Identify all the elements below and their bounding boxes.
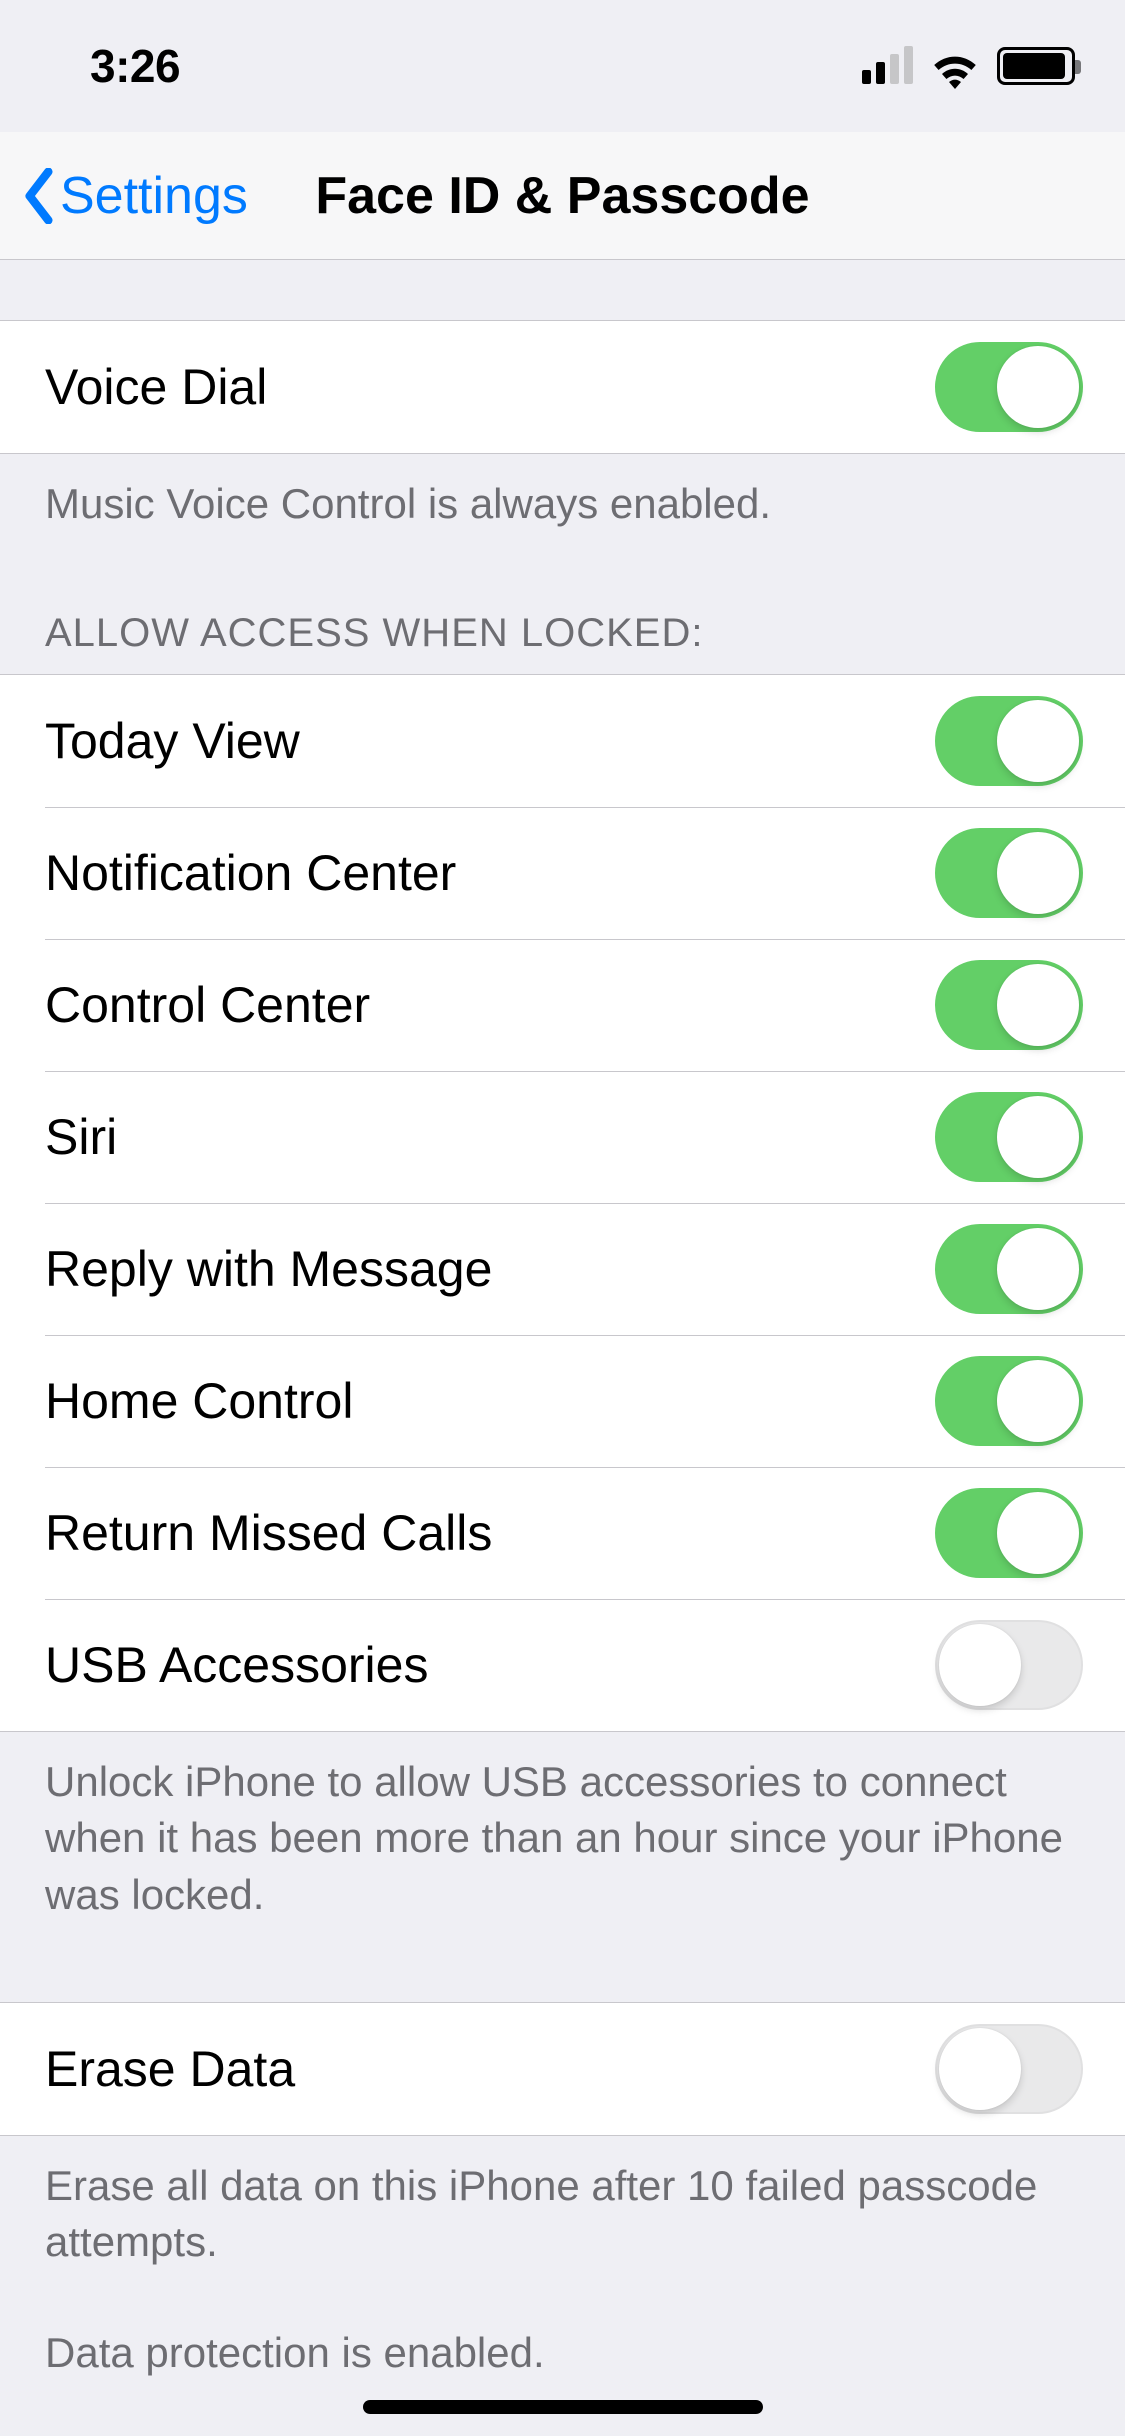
row-label: Today View <box>45 712 300 770</box>
row-usb-accessories: USB Accessories <box>0 1599 1125 1731</box>
footer-text: Data protection is enabled. <box>45 2325 1080 2382</box>
row-label: Voice Dial <box>45 358 267 416</box>
row-label: Return Missed Calls <box>45 1504 492 1562</box>
row-voice-dial: Voice Dial <box>0 321 1125 453</box>
group-header: ALLOW ACCESS WHEN LOCKED: <box>0 611 1125 674</box>
battery-icon <box>997 47 1075 85</box>
row-erase-data: Erase Data <box>0 2003 1125 2135</box>
group-allow-access: ALLOW ACCESS WHEN LOCKED: Today View Not… <box>0 533 1125 1924</box>
row-today-view: Today View <box>0 675 1125 807</box>
row-home-control: Home Control <box>0 1335 1125 1467</box>
row-label: Notification Center <box>45 844 456 902</box>
toggle-usb-accessories[interactable] <box>935 1620 1083 1710</box>
row-label: Erase Data <box>45 2040 295 2098</box>
toggle-reply-with-message[interactable] <box>935 1224 1083 1314</box>
row-label: Home Control <box>45 1372 353 1430</box>
footer-text: Erase all data on this iPhone after 10 f… <box>45 2158 1080 2271</box>
back-button[interactable]: Settings <box>22 166 248 226</box>
status-icons <box>862 47 1075 85</box>
row-siri: Siri <box>0 1071 1125 1203</box>
toggle-erase-data[interactable] <box>935 2024 1083 2114</box>
toggle-voice-dial[interactable] <box>935 342 1083 432</box>
back-label: Settings <box>60 166 248 226</box>
row-label: Control Center <box>45 976 370 1034</box>
wifi-icon <box>931 47 979 85</box>
nav-bar: Settings Face ID & Passcode <box>0 132 1125 260</box>
group-footer: Unlock iPhone to allow USB accessories t… <box>0 1732 1125 1924</box>
status-bar: 3:26 <box>0 0 1125 132</box>
row-return-missed-calls: Return Missed Calls <box>0 1467 1125 1599</box>
row-label: Reply with Message <box>45 1240 492 1298</box>
cellular-icon <box>862 48 913 84</box>
toggle-home-control[interactable] <box>935 1356 1083 1446</box>
toggle-return-missed-calls[interactable] <box>935 1488 1083 1578</box>
settings-content: Voice Dial Music Voice Control is always… <box>0 260 1125 2382</box>
group-erase-data: Erase Data Erase all data on this iPhone… <box>0 1924 1125 2382</box>
row-control-center: Control Center <box>0 939 1125 1071</box>
chevron-left-icon <box>22 168 56 224</box>
row-reply-with-message: Reply with Message <box>0 1203 1125 1335</box>
toggle-today-view[interactable] <box>935 696 1083 786</box>
toggle-notification-center[interactable] <box>935 828 1083 918</box>
row-label: USB Accessories <box>45 1636 428 1694</box>
row-label: Siri <box>45 1108 117 1166</box>
toggle-control-center[interactable] <box>935 960 1083 1050</box>
status-time: 3:26 <box>90 39 180 93</box>
group-footer: Erase all data on this iPhone after 10 f… <box>0 2136 1125 2382</box>
row-notification-center: Notification Center <box>0 807 1125 939</box>
group-voice-dial: Voice Dial Music Voice Control is always… <box>0 260 1125 533</box>
group-footer: Music Voice Control is always enabled. <box>0 454 1125 533</box>
home-indicator[interactable] <box>363 2400 763 2414</box>
toggle-siri[interactable] <box>935 1092 1083 1182</box>
